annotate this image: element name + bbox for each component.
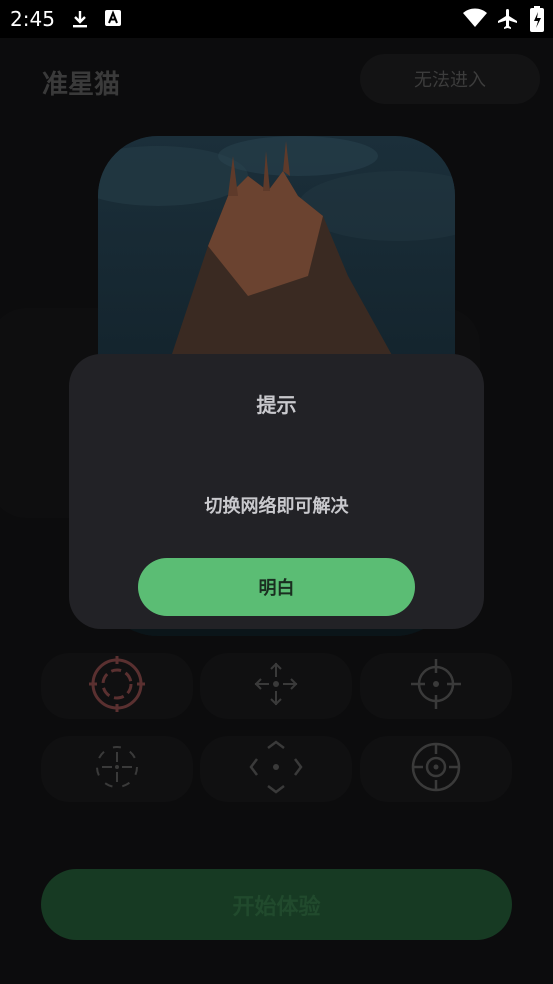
cant-enter-button[interactable]: 无法进入 — [360, 54, 540, 104]
crosshair-arrows-icon — [253, 661, 299, 711]
crosshair-option-2[interactable] — [200, 653, 352, 719]
crosshair-diamond-icon — [249, 740, 303, 798]
airplane-icon — [496, 7, 520, 35]
dialog-ok-button[interactable]: 明白 — [138, 558, 415, 616]
wifi-icon — [463, 8, 487, 32]
battery-charging-icon — [530, 6, 544, 36]
crosshair-option-3[interactable] — [360, 653, 512, 719]
crosshair-scope-icon — [409, 740, 463, 798]
crosshair-option-6[interactable] — [360, 736, 512, 802]
tip-dialog: 提示 切换网络即可解决 明白 — [69, 354, 484, 629]
download-icon — [70, 9, 90, 33]
crosshair-circle-red-icon — [89, 656, 145, 716]
crosshair-circle-dot-icon — [409, 657, 463, 715]
crosshair-option-4[interactable] — [41, 736, 193, 802]
crosshair-option-5[interactable] — [200, 736, 352, 802]
crosshair-dashed-icon — [92, 742, 142, 796]
start-experience-button[interactable]: 开始体验 — [41, 869, 512, 940]
status-time: 2:45 — [10, 7, 55, 31]
dialog-message: 切换网络即可解决 — [204, 496, 349, 517]
a-notification-icon — [104, 9, 122, 31]
app-title: 准星猫 — [42, 70, 121, 100]
crosshair-option-1[interactable] — [41, 653, 193, 719]
status-bar: 2:45 — [0, 0, 553, 38]
dialog-title: 提示 — [256, 393, 297, 417]
